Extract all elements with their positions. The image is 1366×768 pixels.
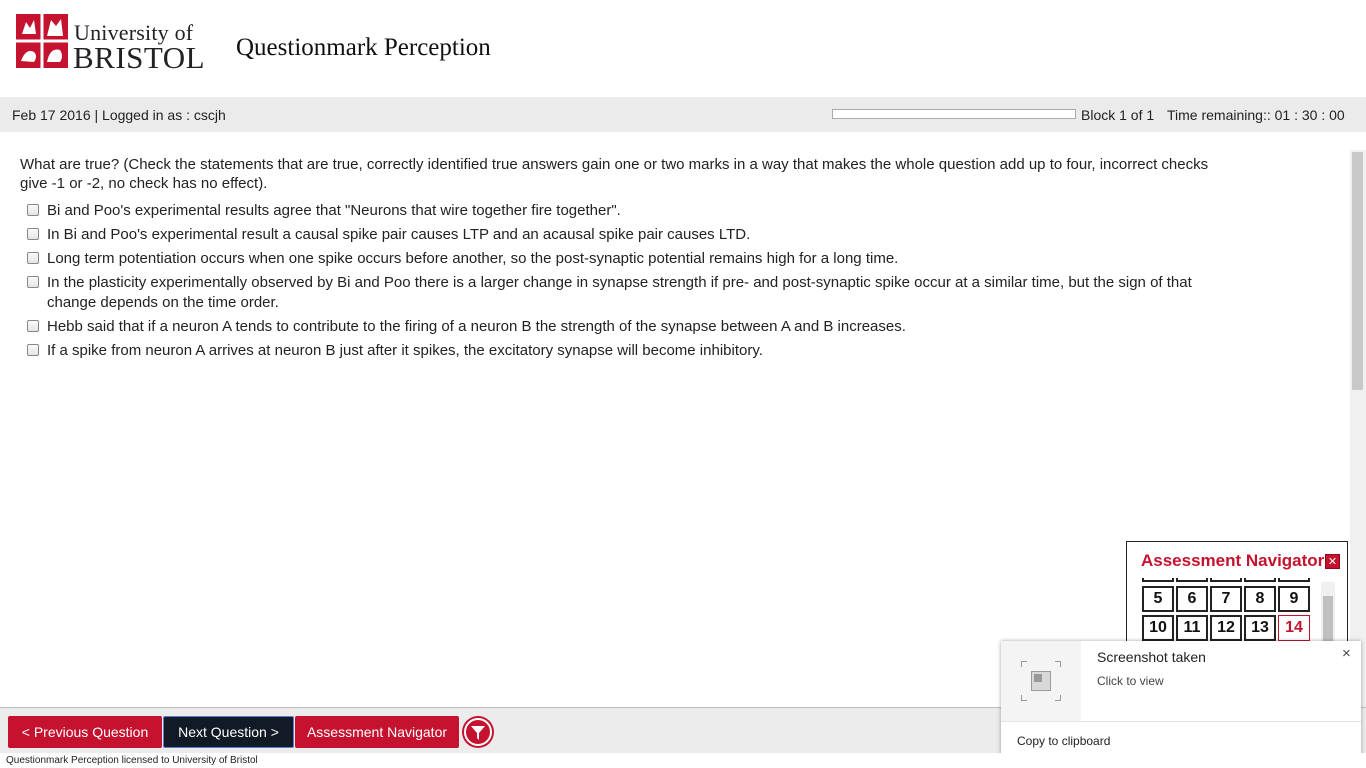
bristol-crest-icon bbox=[16, 14, 68, 68]
footer-license-text: Questionmark Perception licensed to Univ… bbox=[6, 755, 258, 766]
flag-icon bbox=[464, 718, 492, 746]
toast-close-icon[interactable]: × bbox=[1342, 645, 1351, 662]
toast-title: Screenshot taken bbox=[1097, 649, 1206, 665]
app-title: Questionmark Perception bbox=[236, 34, 491, 61]
status-bar: Feb 17 2016 | Logged in as : cscjh Block… bbox=[0, 97, 1366, 132]
navigator-question-7[interactable]: 7 bbox=[1210, 586, 1242, 612]
option-2-checkbox[interactable] bbox=[27, 228, 39, 240]
navigator-question-6[interactable]: 6 bbox=[1176, 586, 1208, 612]
navigator-question-5[interactable]: 5 bbox=[1142, 586, 1174, 612]
option-5-label: Hebb said that if a neuron A tends to co… bbox=[47, 318, 906, 335]
option-1[interactable]: Bi and Poo's experimental results agree … bbox=[26, 201, 1236, 221]
page: University of BRISTOL Questionmark Perce… bbox=[0, 0, 1366, 768]
block-label: Block 1 of 1 bbox=[1081, 107, 1155, 123]
screenshot-toast[interactable]: Screenshot taken Click to view × Copy to… bbox=[1001, 641, 1361, 761]
assessment-navigator-button[interactable]: Assessment Navigator bbox=[295, 716, 459, 748]
next-question-button[interactable]: Next Question > bbox=[163, 716, 294, 748]
footer: Questionmark Perception licensed to Univ… bbox=[0, 753, 1366, 768]
navigator-title: Assessment Navigator bbox=[1141, 551, 1325, 570]
question-prompt: What are true? (Check the statements tha… bbox=[20, 156, 1209, 192]
navigator-question-12[interactable]: 12 bbox=[1210, 615, 1242, 641]
navigator-question-10[interactable]: 10 bbox=[1142, 615, 1174, 641]
assessment-navigator-panel: Assessment Navigator ✕ 5 6 7 8 9 10 11 1… bbox=[1126, 541, 1348, 651]
header: University of BRISTOL Questionmark Perce… bbox=[0, 0, 1366, 97]
option-6-checkbox[interactable] bbox=[27, 344, 39, 356]
university-logo: University of BRISTOL bbox=[16, 14, 205, 75]
page-scrollbar[interactable] bbox=[1350, 150, 1366, 707]
progress-bar bbox=[832, 109, 1076, 119]
toast-click-to-view[interactable]: Click to view bbox=[1097, 674, 1164, 688]
flag-question-button[interactable] bbox=[462, 716, 494, 748]
navigator-question-14-current[interactable]: 14 bbox=[1278, 615, 1310, 641]
page-scrollbar-thumb[interactable] bbox=[1352, 152, 1363, 390]
option-1-checkbox[interactable] bbox=[27, 204, 39, 216]
option-4[interactable]: In the plasticity experimentally observe… bbox=[26, 273, 1236, 313]
answer-options: Bi and Poo's experimental results agree … bbox=[26, 201, 1236, 365]
navigator-hidden-row bbox=[1142, 578, 1312, 582]
option-6-label: If a spike from neuron A arrives at neur… bbox=[47, 342, 763, 359]
option-2[interactable]: In Bi and Poo's experimental result a ca… bbox=[26, 225, 1236, 245]
option-2-label: In Bi and Poo's experimental result a ca… bbox=[47, 226, 751, 243]
option-4-label: In the plasticity experimentally observe… bbox=[47, 274, 1192, 311]
option-3[interactable]: Long term potentiation occurs when one s… bbox=[26, 249, 1236, 269]
navigator-question-8[interactable]: 8 bbox=[1244, 586, 1276, 612]
option-3-checkbox[interactable] bbox=[27, 252, 39, 264]
date-login-text: Feb 17 2016 | Logged in as : cscjh bbox=[12, 107, 226, 123]
logo-text-line2: BRISTOL bbox=[73, 40, 206, 75]
toast-divider bbox=[1001, 721, 1361, 722]
navigator-question-13[interactable]: 13 bbox=[1244, 615, 1276, 641]
navigator-question-9[interactable]: 9 bbox=[1278, 586, 1310, 612]
option-1-label: Bi and Poo's experimental results agree … bbox=[47, 202, 621, 219]
option-5-checkbox[interactable] bbox=[27, 320, 39, 332]
time-remaining: Time remaining:: 01 : 30 : 00 bbox=[1167, 107, 1345, 123]
option-6[interactable]: If a spike from neuron A arrives at neur… bbox=[26, 341, 1236, 361]
navigator-close-icon[interactable]: ✕ bbox=[1325, 554, 1340, 569]
navigator-question-11[interactable]: 11 bbox=[1176, 615, 1208, 641]
option-5[interactable]: Hebb said that if a neuron A tends to co… bbox=[26, 317, 1236, 337]
copy-to-clipboard-button[interactable]: Copy to clipboard bbox=[1017, 734, 1110, 748]
option-4-checkbox[interactable] bbox=[27, 276, 39, 288]
screenshot-thumbnail-icon[interactable] bbox=[1001, 641, 1081, 721]
previous-question-button[interactable]: < Previous Question bbox=[8, 716, 162, 748]
option-3-label: Long term potentiation occurs when one s… bbox=[47, 250, 899, 267]
